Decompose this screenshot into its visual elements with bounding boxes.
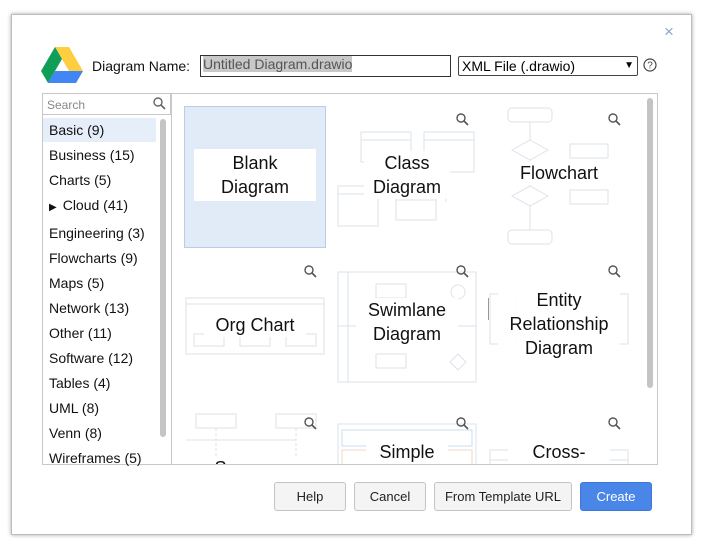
category-basic[interactable]: Basic (9) [43,118,156,142]
zoom-icon[interactable] [608,113,621,126]
zoom-icon[interactable] [608,265,621,278]
category-network[interactable]: Network (13) [43,296,156,320]
template-entity-relationship-diagram[interactable]: Entity Relationship Diagram [488,258,630,400]
expand-triangle-icon[interactable]: ▶ [49,202,57,213]
category-maps[interactable]: Maps (5) [43,271,156,295]
search-input[interactable]: Search [42,93,171,115]
file-type-select[interactable]: XML File (.drawio) ▼ [458,56,638,76]
template-label: Swimlane Diagram [356,298,458,346]
category-scrollbar[interactable] [160,119,166,437]
help-circle-icon[interactable]: ? [643,58,657,72]
category-charts[interactable]: Charts (5) [43,168,156,192]
template-label: Simple [366,440,448,464]
template-label: Blank Diagram [194,149,316,201]
template-blank-diagram[interactable]: Blank Diagram [184,106,326,248]
diagram-name-input[interactable]: Untitled Diagram.drawio [200,55,451,77]
template-org-chart[interactable]: Org Chart [184,258,326,400]
diagram-name-value: Untitled Diagram.drawio [203,56,353,72]
category-tables[interactable]: Tables (4) [43,371,156,395]
category-engineering[interactable]: Engineering (3) [43,221,156,245]
file-type-value: XML File (.drawio) [462,58,576,74]
zoom-icon[interactable] [304,417,317,430]
category-cloud[interactable]: ▶ Cloud (41) [43,193,156,217]
zoom-icon[interactable] [456,113,469,126]
template-class-diagram[interactable]: Class Diagram [336,106,478,248]
svg-text:?: ? [647,61,653,72]
diagram-name-label: Diagram Name: [92,58,191,74]
template-scrollbar[interactable] [647,98,653,388]
category-business[interactable]: Business (15) [43,143,156,167]
template-label: Class Diagram [364,151,450,199]
zoom-icon[interactable] [456,417,469,430]
from-template-url-button[interactable]: From Template URL [434,482,572,511]
close-icon[interactable]: × [664,22,674,42]
zoom-icon[interactable] [608,417,621,430]
help-button[interactable]: Help [274,482,346,511]
template-grid: Blank Diagram Class Diagram Flowchart Or… [171,93,658,465]
create-button[interactable]: Create [580,482,652,511]
category-venn[interactable]: Venn (8) [43,421,156,445]
category-wireframes[interactable]: Wireframes (5) [43,446,156,470]
template-label: Cross- [508,440,610,464]
chevron-down-icon: ▼ [624,60,634,71]
category-software[interactable]: Software (12) [43,346,156,370]
template-label: Sequence [204,456,306,464]
template-flowchart[interactable]: Flowchart [488,106,630,248]
zoom-icon[interactable] [456,265,469,278]
template-swimlane-diagram[interactable]: Swimlane Diagram [336,258,478,400]
category-other[interactable]: Other (11) [43,321,156,345]
search-icon[interactable] [153,97,166,110]
cancel-button[interactable]: Cancel [354,482,426,511]
template-label: Org Chart [204,313,306,337]
zoom-icon[interactable] [304,265,317,278]
template-label: Flowchart [508,161,610,185]
template-label: Entity Relationship Diagram [498,288,620,360]
category-uml[interactable]: UML (8) [43,396,156,420]
category-flowcharts[interactable]: Flowcharts (9) [43,246,156,270]
google-drive-logo-icon [41,47,83,83]
